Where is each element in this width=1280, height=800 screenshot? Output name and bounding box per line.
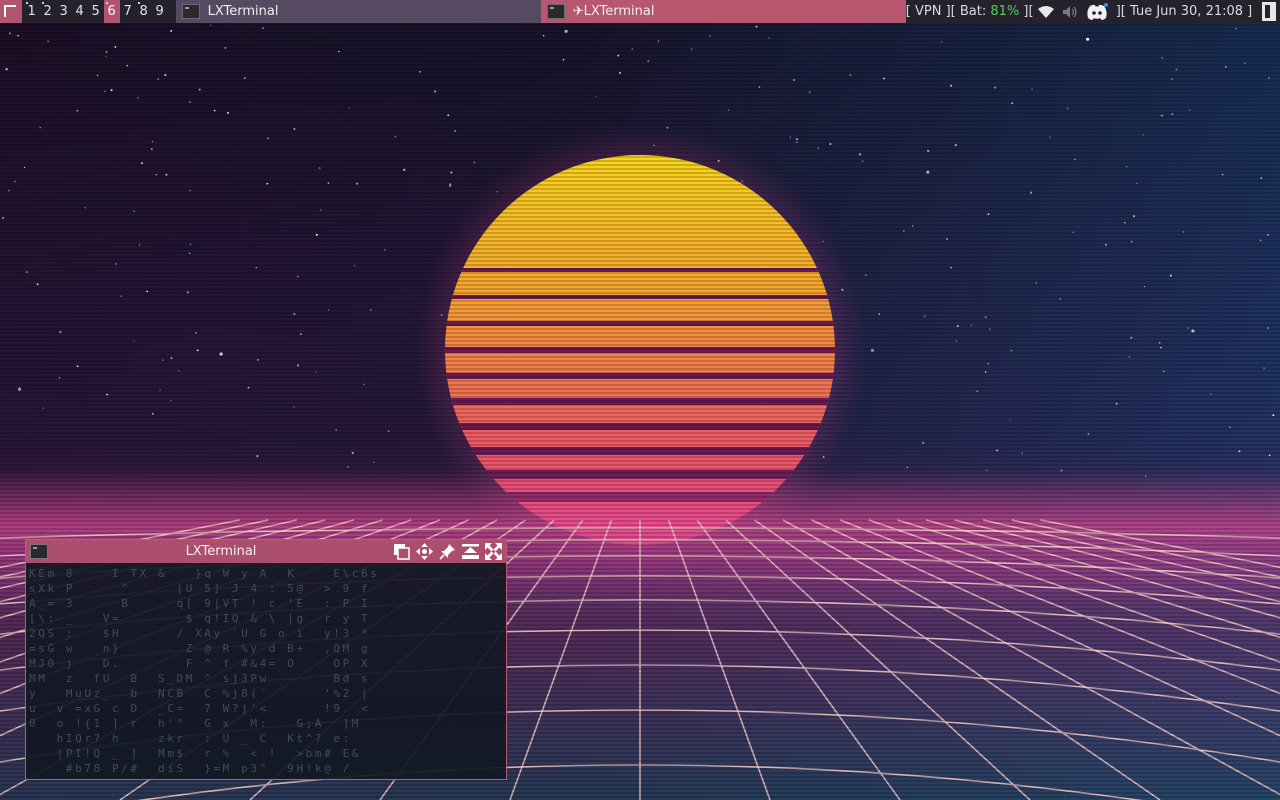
workspace-occupied-indicator [25,2,28,4]
terminal-line: [\: _ V= $ q!IQ & \ |g r y T [29,612,371,625]
taskbar-item-lxterminal[interactable]: LXTerminal [175,0,541,23]
terminal-line: hIQr? h zkr : U _ C Kt^? e: [29,732,352,745]
workspace-4[interactable]: 4 [72,0,88,23]
separator: ][ [1111,4,1130,19]
terminal-line: 2QS : $H / XAy `U G o i y!3 * [29,627,371,640]
terminal-output[interactable]: KEm 8 I TX & }q W y A K E\c6s sXk P ^ |U … [29,566,502,776]
taskbar-item-lxterminal-active[interactable]: ✈LXTerminal [540,0,906,23]
terminal-line: 0 o !{1 ] r h'" G x M: G;A ]M [29,717,362,730]
workspace-5[interactable]: 5 [88,0,104,23]
terminal-line: KEm 8 I TX & }q W y A K E\c6s [29,567,380,580]
window-title: LXTerminal [185,544,257,559]
terminal-line: |PI!Q _ ] Mm$ r % < ! >bm# E& [29,747,362,760]
terminal-icon [546,4,565,19]
taskbar-item-label: ✈LXTerminal [572,4,655,19]
terminal-line: #b78 P/# diS }=M p3" 9H!k@ / [29,762,352,775]
launcher-button[interactable] [0,0,22,23]
window-restore-icon[interactable] [392,542,411,561]
terminal-line: A_= 3 B q[ 9|VT ! c 'E : P I [29,597,371,610]
clock[interactable]: Tue Jun 30, 21:08 [1130,0,1243,23]
move-icon[interactable] [415,542,434,561]
volume-icon[interactable] [1061,5,1079,19]
taskbar-item-label: LXTerminal [207,4,279,19]
fullscreen-icon[interactable] [484,542,503,561]
window-titlebar[interactable]: LXTerminal [26,540,506,563]
status-area: [ VPN ][ Bat: 81% ][ ][ Tue Jun 30, 21:0… [906,0,1258,23]
workspace-occupied-indicator [137,2,140,4]
discord-icon[interactable] [1085,2,1109,21]
wifi-icon[interactable] [1037,5,1055,19]
top-panel: 123456789 LXTerminal ✈LXTerminal [ VPN ]… [0,0,1280,23]
workspace-occupied-indicator [105,2,108,4]
terminal-line: y MuUz_ b NCB C %j8(` '%2 | [29,687,371,700]
show-desktop-button[interactable] [1262,2,1276,21]
separator: ][ [1019,4,1034,19]
separator: ] [1243,4,1253,19]
workspace-7[interactable]: 7 [120,0,136,23]
vpn-status: [ VPN ][ Bat: [905,4,991,19]
workspace-occupied-indicator [41,2,44,4]
terminal-window[interactable]: LXTerminal KEm 8 I TX &}q W y A K E\c6s… [25,539,507,780]
terminal-line: =sG w n} Z @ R %y d B+ ,QM g [29,642,371,655]
workspace-1[interactable]: 1 [24,0,40,23]
battery-level: 81% [990,4,1020,19]
workspace-3[interactable]: 3 [56,0,72,23]
workspace-8[interactable]: 8 [136,0,152,23]
launcher-icon [4,5,16,17]
terminal-icon [181,4,200,19]
terminal-line: MM z fU B S_DM ^ sj3Pw Bd s [29,672,371,685]
terminal-line: u v =xG c D _C= 7 W?j'< !9 < [29,702,371,715]
workspace-switcher: 123456789 [22,0,168,23]
terminal-line: sXk P ^ |U 5] J 4 : 5@ > 9 f [29,582,371,595]
workspace-2[interactable]: 2 [40,0,56,23]
terminal-line: MJ0 j D. F ^ f #&4= O OP X [29,657,371,670]
shade-icon[interactable] [461,542,480,561]
workspace-9[interactable]: 9 [152,0,168,23]
workspace-6[interactable]: 6 [103,0,120,23]
window-buttons [392,542,503,561]
pin-icon[interactable] [438,542,457,561]
